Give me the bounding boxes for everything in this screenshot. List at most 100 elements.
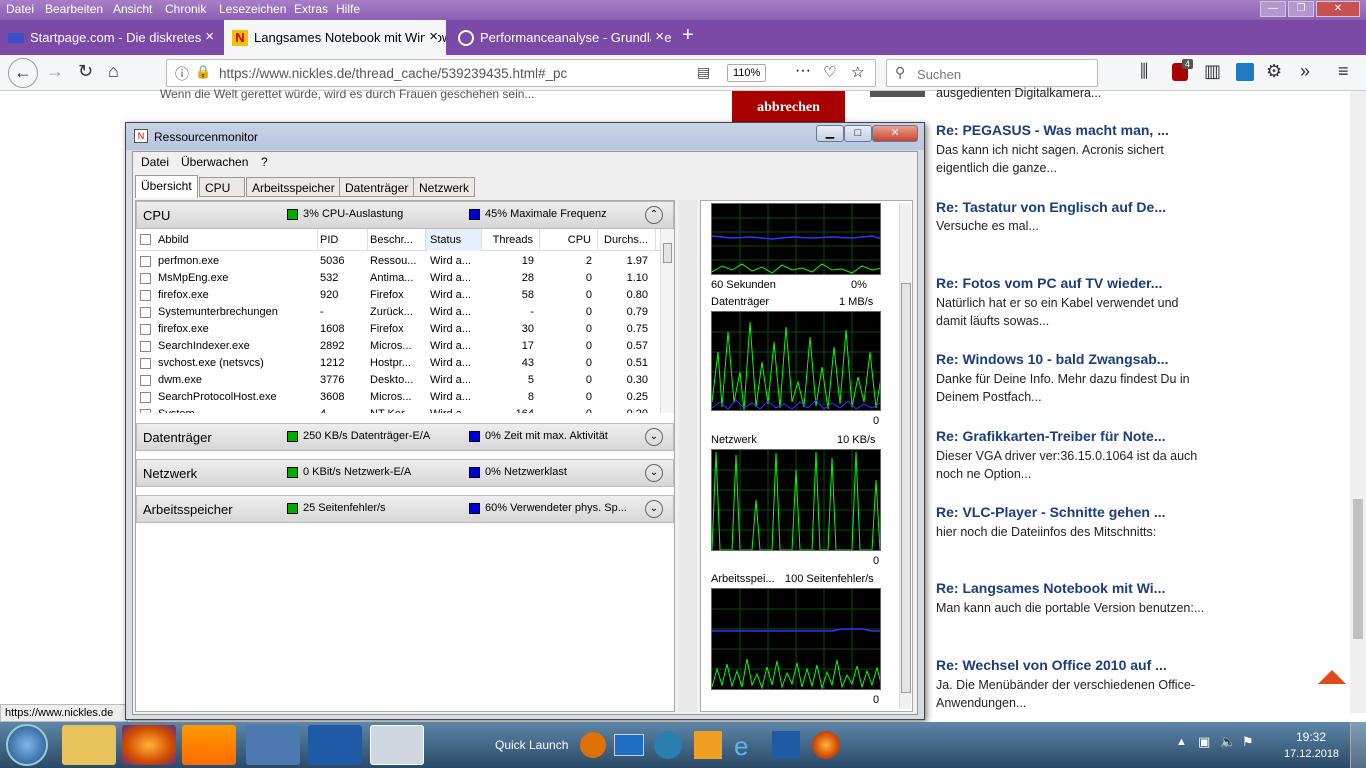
row-checkbox[interactable] <box>140 273 151 284</box>
table-row[interactable]: SearchProtocolHost.exe 3608 Micros... Wird … <box>136 389 660 406</box>
resmon-titlebar[interactable]: N Ressourcenmonitor ▁ □ ✕ <box>126 123 924 150</box>
addon-globe-icon[interactable]: ⚙ <box>1266 61 1282 82</box>
expand-chevron-icon[interactable]: ⌄ <box>645 428 663 446</box>
menu-extras[interactable]: Extras <box>294 2 328 16</box>
row-checkbox[interactable] <box>140 392 151 403</box>
brave-icon[interactable] <box>580 732 606 758</box>
tab-langsames-notebook[interactable]: N Langsames Notebook mit Windows × <box>224 20 446 55</box>
menu-chronik[interactable]: Chronik <box>165 2 206 16</box>
thread-link[interactable]: Re: Windows 10 - bald Zwangsab... <box>936 351 1168 367</box>
start-button[interactable] <box>6 724 48 766</box>
thread-link[interactable]: Re: Langsames Notebook mit Wi... <box>936 580 1165 596</box>
firefox-taskbar-icon[interactable] <box>122 725 176 765</box>
table-scrollbar[interactable] <box>660 229 674 413</box>
thread-link[interactable]: Re: VLC-Player - Schnitte gehen ... <box>936 504 1166 520</box>
sync-icon[interactable] <box>654 731 682 759</box>
expand-chevron-icon[interactable]: ⌄ <box>645 464 663 482</box>
page-scrollbar[interactable] <box>1350 91 1366 713</box>
menu-lesezeichen[interactable]: Lesezeichen <box>219 2 286 16</box>
row-checkbox[interactable] <box>140 358 151 369</box>
table-row[interactable]: System4NT Ker... Wird a...164 0 0.20 <box>136 406 660 413</box>
more-actions-icon[interactable]: ··· <box>795 62 811 80</box>
back-arrow-icon[interactable]: ← <box>8 58 38 88</box>
tab-startpage[interactable]: Startpage.com - Die diskreteste × <box>0 20 222 55</box>
volume-icon[interactable]: 🔈 <box>1220 734 1236 750</box>
reload-icon[interactable]: ↻ <box>78 61 93 82</box>
menu-datei[interactable]: Datei <box>6 2 34 16</box>
close-window-button[interactable]: ✕ <box>1316 1 1360 17</box>
word-taskbar-icon[interactable] <box>308 725 362 765</box>
table-row[interactable]: SearchIndexer.exe 2892 Micros... Wird a... 1… <box>136 338 660 355</box>
collapse-chevron-icon[interactable]: ⌃ <box>645 206 663 224</box>
resmon-tab-datentraeger[interactable]: Datenträger <box>339 177 415 197</box>
outlook-icon[interactable] <box>694 731 722 759</box>
expand-chevron-icon[interactable]: ⌄ <box>645 500 663 518</box>
flag-icon[interactable]: ⚑ <box>1242 734 1254 750</box>
row-checkbox[interactable] <box>140 307 151 318</box>
table-row[interactable]: svchost.exe (netsvcs) 1212 Hostpr... Wird a… <box>136 355 660 372</box>
row-checkbox[interactable] <box>140 409 151 413</box>
abbrechen-button[interactable]: abbrechen <box>732 91 845 125</box>
table-row[interactable]: MsMpEng.exe 532 Antima... Wird a... 28 0 1.10 <box>136 270 660 287</box>
control-panel-taskbar-icon[interactable] <box>246 725 300 765</box>
tab-performanceanalyse[interactable]: Performanceanalyse - Grundlage × <box>450 20 672 55</box>
resmon-menu-help[interactable]: ? <box>261 155 268 169</box>
scrollbar-thumb[interactable] <box>1353 499 1363 639</box>
vlc-taskbar-icon[interactable] <box>182 725 236 765</box>
thread-link[interactable]: Re: Grafikkarten-Treiber für Note... <box>936 428 1166 444</box>
scrollbar-thumb[interactable] <box>663 243 672 263</box>
panel-splitter[interactable] <box>679 200 697 712</box>
url-text[interactable]: https://www.nickles.de/thread_cache/5392… <box>219 66 567 81</box>
resmon-tab-uebersicht[interactable]: Übersicht <box>135 175 198 198</box>
resmon-menu-ueberwachen[interactable]: Überwachen <box>181 155 248 169</box>
col-cpu[interactable]: CPU <box>540 229 598 251</box>
resmon-menu-datei[interactable]: Datei <box>141 155 169 169</box>
addon-icon[interactable] <box>1236 63 1254 81</box>
resmon-maximize-button[interactable]: □ <box>844 125 872 142</box>
library-icon[interactable]: ⫼ <box>1140 61 1148 82</box>
col-pid[interactable]: PID <box>320 229 368 251</box>
menu-bearbeiten[interactable]: Bearbeiten <box>45 2 103 16</box>
sidebar-icon[interactable]: ▥ <box>1204 61 1221 82</box>
graphs-scrollbar[interactable] <box>899 203 911 709</box>
network-tray-icon[interactable]: ▣ <box>1198 734 1210 750</box>
resmon-tab-arbeitsspeicher[interactable]: Arbeitsspeicher <box>246 177 341 197</box>
thread-link[interactable]: Re: Wechsel von Office 2010 auf ... <box>936 657 1167 673</box>
col-beschreibung[interactable]: Beschr... <box>370 229 426 251</box>
resmon-tab-netzwerk[interactable]: Netzwerk <box>413 177 476 197</box>
desktop-icon[interactable] <box>614 734 644 756</box>
close-tab-icon[interactable]: × <box>425 28 438 45</box>
clock-date[interactable]: 17.12.2018 <box>1284 748 1339 760</box>
resmon-close-button[interactable]: ✕ <box>872 125 918 142</box>
new-tab-button[interactable]: + <box>682 24 694 47</box>
clock-time[interactable]: 19:32 <box>1296 730 1326 744</box>
col-abbild[interactable]: Abbild <box>158 229 318 251</box>
resmon-taskbar-icon[interactable] <box>370 725 424 765</box>
resmon-minimize-button[interactable]: ▁ <box>816 125 844 142</box>
overflow-chevron-icon[interactable]: » <box>1300 61 1310 82</box>
select-all-checkbox[interactable] <box>140 234 151 245</box>
row-checkbox[interactable] <box>140 341 151 352</box>
thread-link[interactable]: Re: PEGASUS - Was macht man, ... <box>936 122 1169 138</box>
zoom-level[interactable]: 110% <box>727 64 767 82</box>
menu-ansicht[interactable]: Ansicht <box>113 2 152 16</box>
firefox-icon[interactable] <box>812 731 840 759</box>
restore-button[interactable]: ❐ <box>1288 1 1314 17</box>
table-row[interactable]: firefox.exe 920 Firefox Wird a... 58 0 0.80 <box>136 287 660 304</box>
search-box[interactable]: ⚲ Suchen <box>886 59 1098 87</box>
bookmark-star-icon[interactable]: ☆ <box>851 63 864 81</box>
table-row[interactable]: firefox.exe 1608 Firefox Wird a... 30 0 0.75 <box>136 321 660 338</box>
scrollbar-thumb[interactable] <box>901 283 911 693</box>
url-bar[interactable]: ⓘ 🔒 https://www.nickles.de/thread_cache/… <box>166 59 876 87</box>
home-icon[interactable]: ⌂ <box>108 61 119 82</box>
table-row[interactable]: dwm.exe 3776 Deskto... Wird a... 5 0 0.30 <box>136 372 660 389</box>
lock-warning-icon[interactable]: 🔒 <box>195 64 211 80</box>
network-section-header[interactable]: Netzwerk 0 KBit/s Netzwerk-E/A 0% Netzwe… <box>136 459 674 487</box>
table-row[interactable]: perfmon.exe 5036 Ressou... Wird a... 19 2 1.97 <box>136 253 660 270</box>
col-threads[interactable]: Threads <box>482 229 540 251</box>
row-checkbox[interactable] <box>140 324 151 335</box>
row-checkbox[interactable] <box>140 290 151 301</box>
memory-section-header[interactable]: Arbeitsspeicher 25 Seitenfehler/s 60% Ve… <box>136 495 674 523</box>
show-desktop-button[interactable] <box>1350 722 1366 768</box>
word-icon[interactable] <box>772 731 800 759</box>
